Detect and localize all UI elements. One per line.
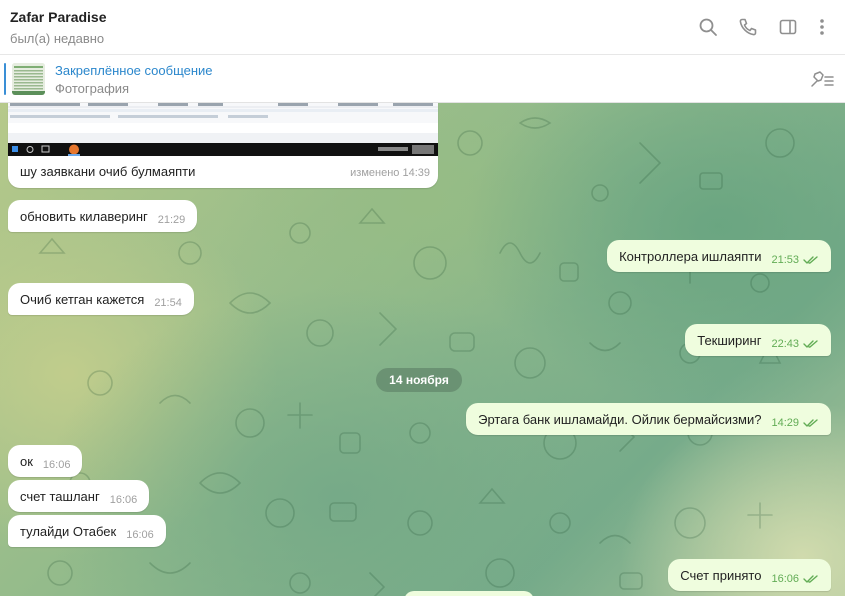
sidebar-icon — [779, 19, 797, 35]
chat-header[interactable]: Zafar Paradise был(а) недавно — [0, 0, 845, 55]
message-text: Контроллера ишлаяпти — [619, 248, 762, 264]
pinned-thumbnail — [12, 63, 45, 95]
message-text: Очиб кетган кажется — [20, 291, 145, 307]
message-text: Эртага банк ишламайди. Ойлик бермайсизми… — [478, 411, 762, 427]
chat-status: был(а) недавно — [10, 31, 105, 46]
pinned-message-bar[interactable]: Закреплённое сообщение Фотография — [0, 55, 845, 103]
message-text: Счет принято — [680, 567, 762, 583]
read-checkmarks-icon — [803, 337, 819, 352]
pinned-list-button[interactable] — [809, 67, 835, 91]
call-button[interactable] — [736, 15, 760, 39]
message-incoming[interactable]: ок 16:06 — [8, 445, 83, 477]
message-outgoing[interactable]: Счет принято 16:06 — [668, 559, 831, 591]
message-time: 16:06 — [42, 459, 71, 471]
message-time: 21:54 — [154, 297, 182, 309]
message-incoming[interactable]: обновить килаверинг 21:29 — [8, 200, 198, 232]
screenshot-taskbar — [8, 143, 438, 156]
message-outgoing[interactable]: Текширинг 22:43 — [685, 324, 831, 356]
message-text: обновить килаверинг — [20, 208, 148, 224]
telegram-window: Zafar Paradise был(а) недавно Закреплённ… — [0, 0, 845, 596]
pinned-title: Закреплённое сообщение — [55, 63, 213, 78]
more-icon — [820, 19, 824, 35]
image-message[interactable]: шу заявкани очиб булмаяпти изменено 14:3… — [8, 103, 438, 188]
search-button[interactable] — [696, 15, 720, 39]
message-text: счет ташланг — [20, 488, 100, 504]
message-outgoing[interactable]: Контроллера ишлаяпти 21:53 — [607, 240, 831, 272]
chat-history[interactable]: шу заявкани очиб булмаяпти изменено 14:3… — [0, 103, 845, 596]
message-time: 16:06 — [126, 529, 154, 541]
message-time: 21:53 — [771, 254, 799, 266]
phone-icon — [739, 18, 757, 36]
message-time: 22:43 — [771, 338, 799, 350]
message-time: 14:29 — [771, 417, 799, 429]
pinned-accent-line — [4, 63, 6, 95]
search-icon — [699, 18, 717, 36]
message-incoming[interactable]: тулайди Отабек 16:06 — [8, 515, 166, 547]
message-incoming[interactable]: Очиб кетган кажется 21:54 — [8, 283, 194, 315]
image-caption: шу заявкани очиб булмаяпти — [20, 164, 196, 179]
message-incoming[interactable]: счет ташланг 16:06 — [8, 480, 150, 512]
message-text: тулайди Отабек — [20, 523, 117, 539]
read-checkmarks-icon — [803, 253, 819, 268]
pinned-list-icon — [811, 71, 834, 87]
read-checkmarks-icon — [803, 416, 819, 431]
date-separator: 14 ноября — [376, 368, 462, 392]
message-outgoing[interactable]: Эртага банк ишламайди. Ойлик бермайсизми… — [466, 403, 831, 435]
image-edited-time: изменено 14:39 — [350, 167, 430, 179]
message-time: 16:06 — [771, 573, 799, 585]
message-time: 21:29 — [157, 214, 186, 226]
message-text: ок — [20, 453, 33, 469]
chat-title[interactable]: Zafar Paradise — [10, 9, 107, 25]
message-photo[interactable] — [8, 103, 438, 156]
toggle-sidebar-button[interactable] — [776, 15, 800, 39]
message-time: 16:06 — [109, 494, 138, 506]
more-button[interactable] — [810, 15, 834, 39]
message-outgoing-partial[interactable] — [404, 591, 534, 596]
pinned-subtitle: Фотография — [55, 81, 130, 96]
read-checkmarks-icon — [803, 572, 819, 587]
message-text: Текширинг — [697, 332, 762, 348]
